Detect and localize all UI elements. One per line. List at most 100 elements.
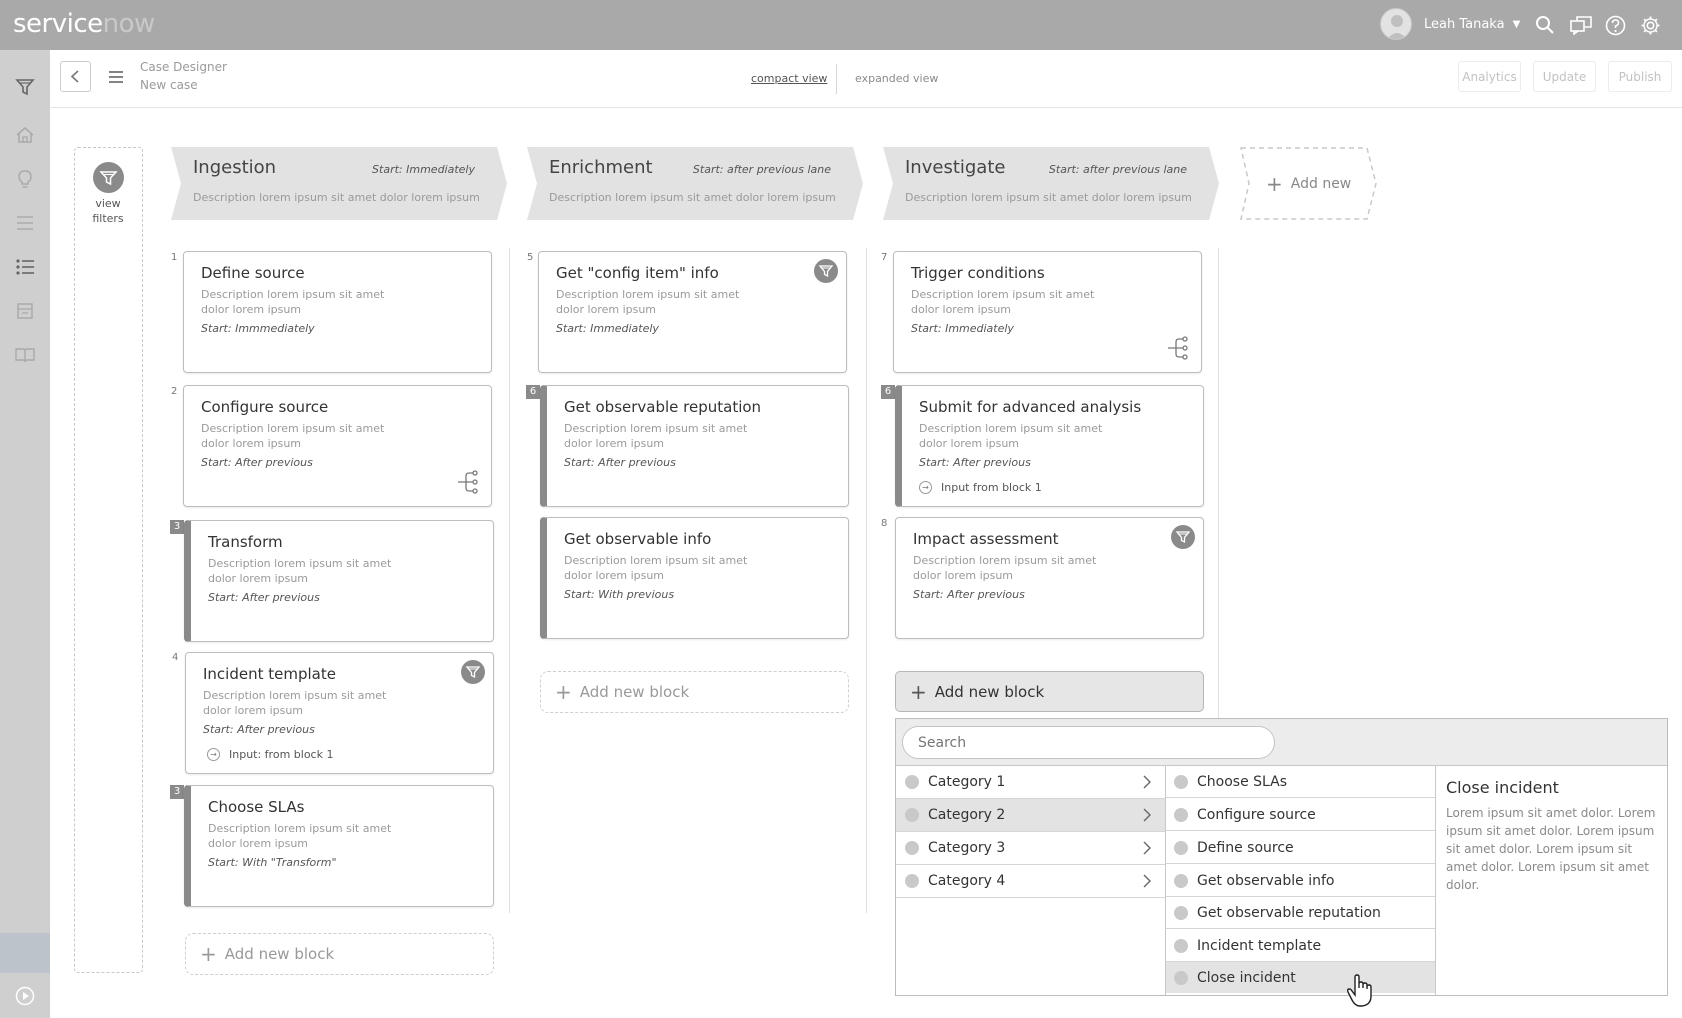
add-block-button-investigate[interactable]: + Add new block	[895, 671, 1204, 712]
card-input[interactable]: → Input from block 1	[919, 481, 1042, 494]
compact-view-link[interactable]: compact view	[751, 72, 827, 85]
block-dot	[1174, 873, 1188, 888]
block-item-close-incident[interactable]: Close incident	[1166, 962, 1435, 993]
expanded-view-link[interactable]: expanded view	[855, 72, 938, 85]
input-arrow-icon: →	[919, 481, 932, 494]
left-sidebar	[0, 50, 50, 1018]
archive-icon[interactable]	[15, 301, 35, 321]
card-input-label: Input from block 1	[941, 481, 1042, 494]
block-label: Define source	[1197, 839, 1294, 856]
lane-name: Ingestion	[193, 157, 277, 178]
card-define-source[interactable]: Define source Description lorem ipsum si…	[183, 251, 492, 373]
card-start: Start: Immediately	[911, 322, 1014, 335]
user-menu[interactable]: Leah Tanaka ▼	[1380, 8, 1520, 40]
block-dot	[1174, 905, 1188, 920]
add-block-button-ingestion[interactable]: + Add new block	[185, 933, 494, 975]
card-get-config-item-info[interactable]: Get "config item" info Description lorem…	[538, 251, 847, 373]
list-bullets-icon[interactable]	[15, 257, 35, 277]
lightbulb-icon[interactable]	[15, 169, 35, 189]
home-icon[interactable]	[15, 125, 35, 145]
search-icon[interactable]	[1535, 15, 1555, 35]
user-menu-caret[interactable]: ▼	[1513, 19, 1521, 30]
card-title: Incident template	[203, 665, 336, 683]
user-name[interactable]: Leah Tanaka	[1424, 17, 1505, 32]
avatar[interactable]	[1380, 8, 1412, 40]
card-start: Start: After previous	[203, 723, 315, 736]
filter-badge-icon[interactable]	[1171, 525, 1195, 549]
card-title: Get observable info	[564, 530, 712, 548]
block-item-define-source[interactable]: Define source	[1166, 832, 1435, 864]
servicenow-logo[interactable]: servicenow	[13, 9, 155, 39]
card-transform[interactable]: Transform Description lorem ipsum sit am…	[184, 520, 494, 642]
analytics-button[interactable]: Analytics	[1458, 61, 1521, 92]
category-item-2[interactable]: Category 2	[896, 799, 1165, 832]
back-button[interactable]	[60, 61, 91, 92]
block-label: Configure source	[1197, 806, 1316, 823]
branch-icon[interactable]	[457, 470, 479, 494]
category-item-1[interactable]: Category 1	[896, 766, 1165, 799]
menu-icon[interactable]	[108, 70, 124, 84]
list-icon[interactable]	[15, 213, 35, 233]
category-item-3[interactable]: Category 3	[896, 832, 1165, 865]
block-label: Choose SLAs	[1197, 773, 1288, 790]
card-choose-slas[interactable]: Choose SLAs Description lorem ipsum sit …	[184, 785, 494, 907]
card-title: Define source	[201, 264, 305, 282]
book-icon[interactable]	[15, 345, 35, 365]
card-description: Description lorem ipsum sit amet dolor l…	[208, 557, 392, 585]
block-item-get-observable-info[interactable]: Get observable info	[1166, 865, 1435, 897]
card-start: Start: Immmediately	[201, 322, 315, 335]
card-title: Choose SLAs	[208, 798, 305, 816]
card-start: Start: Immediately	[556, 322, 659, 335]
category-dot	[905, 841, 919, 855]
filter-badge-icon[interactable]	[814, 259, 838, 283]
lane-enrichment[interactable]: Enrichment Start: after previous lane De…	[527, 147, 863, 220]
card-configure-source[interactable]: Configure source Description lorem ipsum…	[183, 385, 492, 507]
play-icon[interactable]	[15, 986, 35, 1006]
card-incident-template[interactable]: Incident template Description lorem ipsu…	[185, 652, 494, 774]
lane-ingestion[interactable]: Ingestion Start: Immediately Description…	[171, 147, 507, 220]
card-impact-assessment[interactable]: Impact assessment Description lorem ipsu…	[895, 517, 1204, 639]
card-input[interactable]: → Input: from block 1	[207, 748, 333, 761]
category-item-4[interactable]: Category 4	[896, 865, 1165, 898]
filter-icon[interactable]	[15, 77, 35, 97]
block-item-incident-template[interactable]: Incident template	[1166, 930, 1435, 962]
card-get-observable-info[interactable]: Get observable info Description lorem ip…	[540, 517, 849, 639]
category-label: Category 2	[928, 807, 1006, 823]
branch-icon[interactable]	[1167, 336, 1189, 360]
card-description: Description lorem ipsum sit amet dolor l…	[919, 422, 1103, 450]
block-dot	[1174, 774, 1188, 789]
view-filters-label[interactable]: view filters	[82, 196, 134, 226]
add-block-button-enrichment[interactable]: + Add new block	[540, 671, 849, 713]
help-icon[interactable]	[1605, 15, 1626, 36]
block-label: Close incident	[1197, 969, 1296, 986]
publish-button[interactable]: Publish	[1608, 61, 1672, 92]
chat-icon[interactable]	[1570, 15, 1592, 35]
gear-icon[interactable]	[1640, 15, 1661, 36]
sidebar-highlight	[0, 933, 50, 973]
block-item-get-observable-reputation[interactable]: Get observable reputation	[1166, 897, 1435, 929]
block-item-configure-source[interactable]: Configure source	[1166, 799, 1435, 831]
card-start: Start: After previous	[919, 456, 1031, 469]
add-lane-button[interactable]: + Add new	[1240, 147, 1377, 220]
card-trigger-conditions[interactable]: Trigger conditions Description lorem ips…	[893, 251, 1202, 373]
lane-separator	[1218, 248, 1219, 718]
update-button[interactable]: Update	[1533, 61, 1596, 92]
filter-icon[interactable]	[93, 162, 124, 193]
top-bar: servicenow Leah Tanaka ▼	[0, 0, 1682, 50]
card-number: 5	[527, 252, 534, 263]
filter-badge-icon[interactable]	[461, 660, 485, 684]
category-label: Category 1	[928, 774, 1006, 790]
card-submit-advanced-analysis[interactable]: Submit for advanced analysis Description…	[895, 385, 1204, 507]
block-item-choose-slas[interactable]: Choose SLAs	[1166, 766, 1435, 798]
plus-icon: +	[200, 942, 217, 966]
card-title: Get "config item" info	[556, 264, 719, 282]
block-label: Get observable info	[1197, 872, 1335, 889]
search-input[interactable]	[902, 726, 1275, 759]
lane-investigate[interactable]: Investigate Start: after previous lane D…	[883, 147, 1219, 220]
card-number: 7	[881, 252, 888, 263]
block-dot	[1174, 840, 1188, 855]
chevron-right-icon	[1143, 808, 1151, 822]
lane-separator	[509, 248, 510, 913]
picker-header	[896, 719, 1667, 766]
card-get-observable-reputation[interactable]: Get observable reputation Description lo…	[540, 385, 849, 507]
